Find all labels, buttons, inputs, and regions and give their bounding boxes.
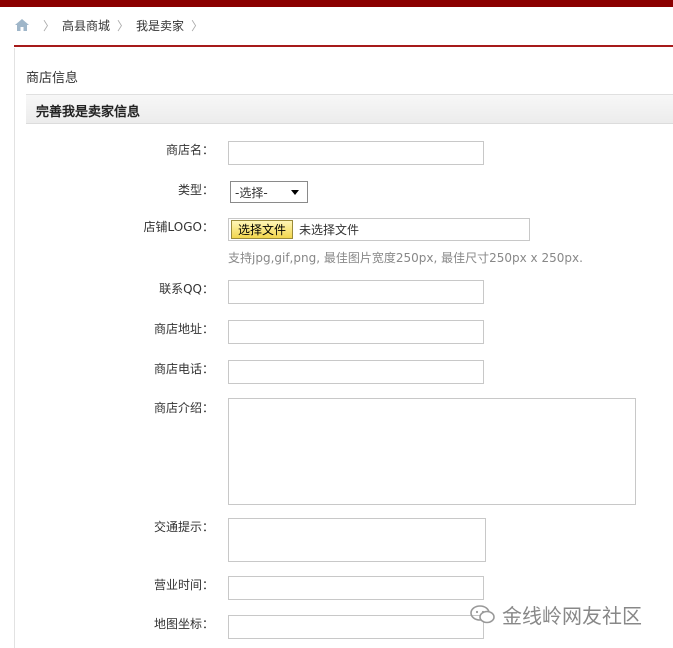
qq-input[interactable]	[228, 280, 484, 304]
traffic-label: 交通提示：	[153, 520, 214, 534]
section-title: 完善我是卖家信息	[36, 105, 141, 120]
breadcrumb-item-store[interactable]: 高县商城	[62, 17, 110, 34]
breadcrumb-item-seller[interactable]: 我是卖家	[136, 17, 184, 34]
map-input[interactable]	[228, 615, 484, 639]
intro-textarea[interactable]	[228, 398, 636, 505]
watermark: 金线岭网友社区	[470, 600, 642, 629]
home-icon[interactable]	[14, 18, 30, 32]
logo-hint: 支持jpg,gif,png, 最佳图片宽度250px, 最佳尺寸250px x …	[228, 251, 583, 265]
shop-name-label: 商店名：	[165, 143, 214, 157]
top-brand-bar	[0, 0, 673, 7]
breadcrumb-separator: 〉	[117, 18, 130, 33]
address-label: 商店地址：	[153, 322, 214, 336]
panel-title: 商店信息	[26, 71, 79, 86]
breadcrumb-separator: 〉	[43, 18, 56, 33]
logo-label: 店铺LOGO：	[143, 220, 214, 234]
qq-label: 联系QQ：	[159, 282, 214, 296]
breadcrumb-separator: 〉	[191, 18, 204, 33]
breadcrumb: 〉 高县商城 〉 我是卖家 〉	[14, 15, 210, 35]
type-select-value: -选择-	[235, 185, 268, 200]
wechat-icon	[470, 604, 495, 623]
shop-name-input[interactable]	[228, 141, 484, 165]
type-label: 类型：	[177, 183, 214, 197]
intro-label: 商店介绍：	[153, 401, 214, 415]
file-status-text: 未选择文件	[299, 223, 360, 237]
breadcrumb-divider	[14, 45, 673, 47]
map-label: 地图坐标：	[153, 617, 214, 631]
choose-file-button[interactable]: 选择文件	[231, 220, 294, 239]
phone-input[interactable]	[228, 360, 484, 384]
watermark-text: 金线岭网友社区	[502, 604, 642, 628]
dropdown-arrow-icon	[291, 190, 299, 195]
hours-label: 营业时间：	[153, 578, 214, 592]
phone-label: 商店电话：	[153, 362, 214, 376]
hours-input[interactable]	[228, 576, 484, 600]
logo-file-input[interactable]: 选择文件 未选择文件	[228, 218, 530, 241]
type-select[interactable]: -选择-	[230, 181, 308, 203]
address-input[interactable]	[228, 320, 484, 344]
section-header: 完善我是卖家信息	[26, 94, 673, 124]
traffic-textarea[interactable]	[228, 518, 486, 562]
